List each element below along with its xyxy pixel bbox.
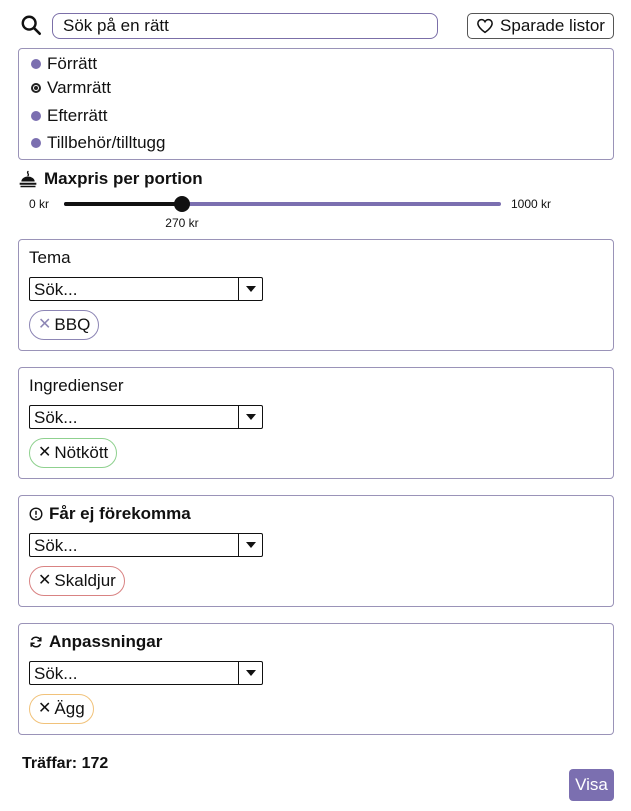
radio-dot (31, 138, 41, 148)
price-title: Maxpris per portion (18, 169, 203, 189)
remove-x-icon[interactable]: ✕ (38, 701, 51, 717)
refresh-icon (30, 636, 42, 648)
course-option-varmratt[interactable]: Varmrätt (31, 78, 111, 98)
anpassningar-chip-label: Ägg (54, 699, 85, 718)
ingredienser-select[interactable]: Sök... (29, 405, 263, 429)
search-icon (20, 14, 42, 36)
visa-button[interactable]: Visa (569, 769, 614, 801)
anpassningar-chip[interactable]: ✕ Ägg (29, 694, 94, 724)
remove-x-icon[interactable]: ✕ (38, 573, 51, 589)
search-input[interactable] (52, 13, 438, 39)
remove-x-icon[interactable]: ✕ (38, 317, 51, 333)
price-slider-fill (64, 202, 182, 206)
saved-lists-button[interactable]: Sparade listor (467, 13, 614, 39)
course-radio-group: Förrätt Varmrätt Efterrätt Tillbehör/til… (18, 48, 614, 160)
exclude-panel: Får ej förekomma Sök... ✕ Skaldjur (18, 495, 614, 607)
exclude-title: Får ej förekomma (29, 504, 191, 524)
warning-circle-icon (29, 507, 43, 521)
course-option-tillbehor[interactable]: Tillbehör/tilltugg (31, 133, 165, 153)
anpassningar-title-label: Anpassningar (49, 632, 163, 651)
ingredienser-chip[interactable]: ✕ Nötkött (29, 438, 118, 468)
saved-lists-label: Sparade listor (500, 16, 605, 35)
remove-x-icon[interactable]: ✕ (38, 445, 51, 461)
serving-dish-icon (19, 170, 37, 188)
price-max-label: 1000 kr (511, 197, 552, 211)
course-option-efterratt[interactable]: Efterrätt (31, 106, 107, 126)
tema-select[interactable]: Sök... (29, 277, 263, 301)
price-min-label: 0 kr (29, 197, 50, 211)
price-title-label: Maxpris per portion (44, 169, 203, 188)
tema-title-label: Tema (29, 248, 71, 267)
radio-dot-selected (31, 83, 41, 93)
course-label: Efterrätt (47, 106, 108, 125)
ingredienser-title: Ingredienser (29, 376, 124, 396)
tema-chip[interactable]: ✕ BBQ (29, 310, 100, 340)
radio-dot (31, 111, 41, 121)
anpassningar-select[interactable]: Sök... (29, 661, 263, 685)
ingredienser-panel: Ingredienser Sök... ✕ Nötkött (18, 367, 614, 479)
radio-dot (31, 59, 41, 69)
heart-icon (477, 18, 493, 34)
exclude-select[interactable]: Sök... (29, 533, 263, 557)
anpassningar-title: Anpassningar (29, 632, 162, 652)
anpassningar-panel: Anpassningar Sök... ✕ Ägg (18, 623, 614, 735)
chevron-down-icon[interactable] (238, 534, 262, 556)
tema-panel: Tema Sök... ✕ BBQ (18, 239, 614, 351)
ingredienser-chip-label: Nötkött (54, 443, 109, 462)
anpassningar-select-value: Sök... (34, 664, 78, 683)
chevron-down-icon[interactable] (238, 406, 262, 428)
exclude-chip[interactable]: ✕ Skaldjur (29, 566, 125, 596)
exclude-select-value: Sök... (34, 536, 78, 555)
tema-title: Tema (29, 248, 71, 268)
chevron-down-icon[interactable] (238, 278, 262, 300)
exclude-title-label: Får ej förekomma (49, 504, 191, 523)
chevron-down-icon[interactable] (238, 662, 262, 684)
price-value-label: 270 kr (165, 216, 199, 230)
price-slider-track[interactable] (64, 196, 501, 212)
ingredienser-title-label: Ingredienser (29, 376, 124, 395)
course-label: Varmrätt (47, 78, 111, 97)
tema-chip-label: BBQ (54, 315, 91, 334)
hits-count: Träffar: 172 (22, 755, 109, 772)
course-option-forratt[interactable]: Förrätt (31, 54, 97, 74)
course-label: Tillbehör/tilltugg (47, 133, 166, 152)
exclude-chip-label: Skaldjur (54, 571, 116, 590)
tema-select-value: Sök... (34, 280, 78, 299)
course-label: Förrätt (47, 54, 98, 73)
price-slider-thumb[interactable] (173, 196, 190, 212)
ingredienser-select-value: Sök... (34, 408, 78, 427)
